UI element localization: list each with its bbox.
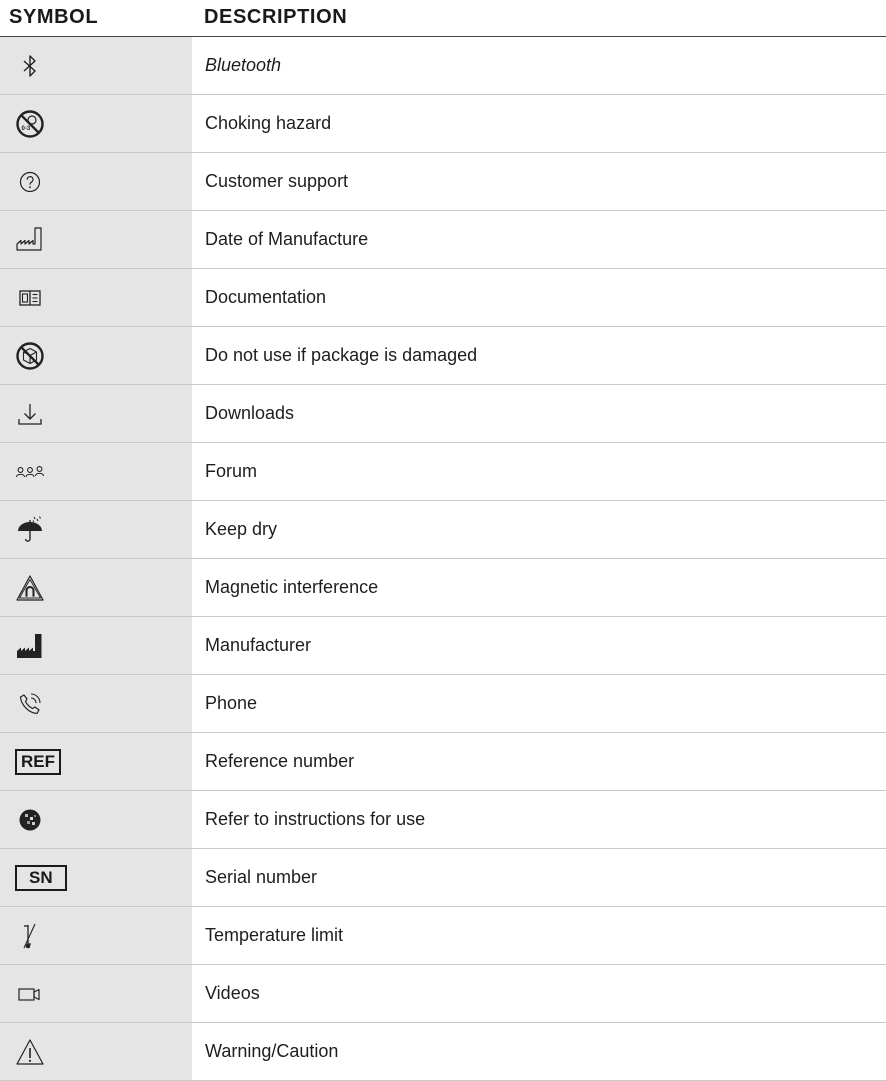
description-cell: Forum: [205, 461, 258, 481]
symbol-cell: [0, 501, 192, 558]
symbol-cell: [0, 675, 192, 732]
symbol-table: SYMBOL DESCRIPTION Bluetooth 0-3 Choking…: [0, 0, 886, 1081]
description-cell: Manufacturer: [205, 635, 312, 655]
forum-icon: [15, 457, 45, 487]
symbol-cell: REF: [0, 733, 192, 790]
description-cell: Reference number: [205, 751, 355, 771]
manufacturer-icon: [15, 631, 45, 661]
symbol-cell: [0, 37, 192, 94]
do-not-use-if-damaged-icon: [15, 341, 45, 371]
table-row: Customer support: [0, 153, 886, 211]
description-cell: Date of Manufacture: [205, 229, 369, 249]
description-cell: Phone: [205, 693, 258, 713]
choking-hazard-icon: 0-3: [15, 109, 45, 139]
symbol-cell: 0-3: [0, 95, 192, 152]
symbol-cell: [0, 269, 192, 326]
description-cell: Do not use if package is damaged: [205, 345, 478, 365]
downloads-icon: [15, 399, 45, 429]
refer-to-instructions-icon: [15, 805, 45, 835]
description-cell: Serial number: [205, 867, 318, 887]
symbol-cell: [0, 1023, 192, 1080]
table-row: SN Serial number: [0, 849, 886, 907]
customer-support-icon: [15, 167, 45, 197]
description-cell: Documentation: [205, 287, 327, 307]
choking-hazard-age-label: 0-3: [22, 126, 31, 132]
magnetic-interference-icon: [15, 573, 45, 603]
table-row: Forum: [0, 443, 886, 501]
description-cell: Warning/Caution: [205, 1041, 339, 1061]
symbol-cell: [0, 907, 192, 964]
symbol-cell: [0, 327, 192, 384]
documentation-icon: [15, 283, 45, 313]
symbol-cell: [0, 617, 192, 674]
description-cell: Customer support: [205, 171, 349, 191]
table-row: Bluetooth: [0, 37, 886, 95]
description-cell: Choking hazard: [205, 113, 332, 133]
videos-icon: [15, 979, 45, 1009]
symbol-cell: [0, 559, 192, 616]
symbol-cell: [0, 153, 192, 210]
ref-label: REF: [15, 748, 61, 775]
sn-label: SN: [15, 864, 67, 891]
description-cell: Refer to instructions for use: [205, 809, 426, 829]
description-cell: Keep dry: [205, 519, 278, 539]
table-row: Date of Manufacture: [0, 211, 886, 269]
description-cell: Temperature limit: [205, 925, 344, 945]
date-of-manufacture-icon: [15, 225, 45, 255]
table-row: Keep dry: [0, 501, 886, 559]
symbol-cell: [0, 385, 192, 442]
table-row: Videos: [0, 965, 886, 1023]
phone-icon: [15, 689, 45, 719]
table-row: Temperature limit: [0, 907, 886, 965]
description-column-header: DESCRIPTION: [204, 6, 348, 28]
table-row: REF Reference number: [0, 733, 886, 791]
description-cell: Downloads: [205, 403, 295, 423]
symbol-cell: SN: [0, 849, 192, 906]
reference-number-icon: REF: [15, 747, 61, 777]
table-row: Downloads: [0, 385, 886, 443]
temperature-limit-icon: [15, 921, 45, 951]
table-row: Do not use if package is damaged: [0, 327, 886, 385]
symbol-cell: [0, 791, 192, 848]
symbol-column-header: SYMBOL: [9, 6, 99, 28]
table-row: Warning/Caution: [0, 1023, 886, 1081]
table-row: Magnetic interference: [0, 559, 886, 617]
table-row: Manufacturer: [0, 617, 886, 675]
table-row: Refer to instructions for use: [0, 791, 886, 849]
table-row: Phone: [0, 675, 886, 733]
serial-number-icon: SN: [15, 863, 67, 893]
table-row: 0-3 Choking hazard: [0, 95, 886, 153]
table-header: SYMBOL DESCRIPTION: [0, 0, 886, 37]
description-cell: Videos: [205, 983, 260, 1003]
description-cell: Bluetooth: [205, 55, 282, 75]
description-cell: Magnetic interference: [205, 577, 379, 597]
symbol-cell: [0, 211, 192, 268]
bluetooth-icon: [15, 51, 45, 81]
symbol-cell: [0, 443, 192, 500]
warning-caution-icon: [15, 1037, 45, 1067]
table-row: Documentation: [0, 269, 886, 327]
keep-dry-icon: [15, 515, 45, 545]
symbol-cell: [0, 965, 192, 1022]
